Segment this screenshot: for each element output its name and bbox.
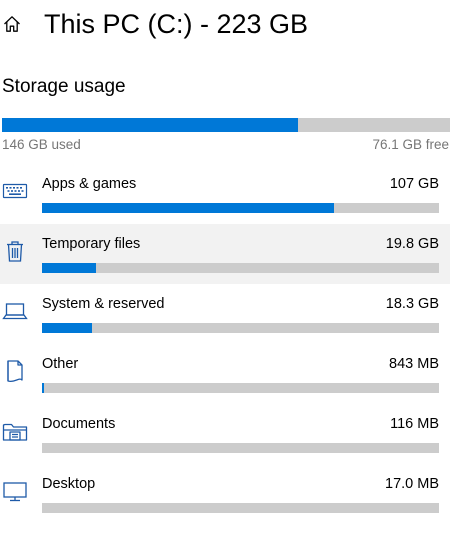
free-space-label: 76.1 GB free xyxy=(372,137,449,152)
storage-category-list: Apps & games 107 GB Temporary files 19.8… xyxy=(0,164,453,544)
home-icon[interactable] xyxy=(2,14,22,34)
category-row-temporary-files[interactable]: Temporary files 19.8 GB xyxy=(0,224,450,284)
category-label: System & reserved xyxy=(42,296,165,312)
page-header: This PC (C:) - 223 GB xyxy=(0,0,453,50)
category-usage-fill xyxy=(42,203,334,213)
used-space-label: 146 GB used xyxy=(2,137,81,152)
laptop-icon xyxy=(2,298,28,324)
keyboard-icon xyxy=(2,178,28,204)
category-usage-bar xyxy=(42,383,439,393)
category-usage-bar xyxy=(42,263,439,273)
category-row-system-reserved[interactable]: System & reserved 18.3 GB xyxy=(0,284,450,344)
category-usage-fill xyxy=(42,323,93,333)
category-usage-bar xyxy=(42,203,439,213)
category-row-apps-games[interactable]: Apps & games 107 GB xyxy=(0,164,450,224)
category-row-other[interactable]: Other 843 MB xyxy=(0,344,450,404)
category-label: Apps & games xyxy=(42,176,137,192)
page-title: This PC (C:) - 223 GB xyxy=(44,9,309,39)
category-usage-bar xyxy=(42,503,439,513)
overall-usage-bar xyxy=(2,118,450,132)
category-row-desktop[interactable]: Desktop 17.0 MB xyxy=(0,464,450,524)
folder-icon xyxy=(2,418,28,444)
category-usage-bar xyxy=(42,443,439,453)
category-size: 843 MB xyxy=(389,356,439,372)
category-label: Other xyxy=(42,356,79,372)
category-size: 107 GB xyxy=(389,176,439,192)
category-size: 116 MB xyxy=(390,416,439,432)
category-usage-fill xyxy=(42,383,45,393)
storage-usage-heading: Storage usage xyxy=(2,76,126,97)
category-usage-bar xyxy=(42,323,439,333)
category-size: 17.0 MB xyxy=(385,476,439,492)
category-size: 19.8 GB xyxy=(385,236,439,252)
category-label: Desktop xyxy=(42,476,96,492)
monitor-icon xyxy=(2,478,28,504)
category-row-documents[interactable]: Documents 116 MB xyxy=(0,404,450,464)
category-label: Temporary files xyxy=(42,236,141,252)
document-icon xyxy=(2,358,28,384)
category-label: Documents xyxy=(42,416,116,432)
category-usage-fill xyxy=(42,263,97,273)
trash-icon xyxy=(2,238,28,264)
category-size: 18.3 GB xyxy=(385,296,439,312)
overall-usage-fill xyxy=(2,118,298,132)
